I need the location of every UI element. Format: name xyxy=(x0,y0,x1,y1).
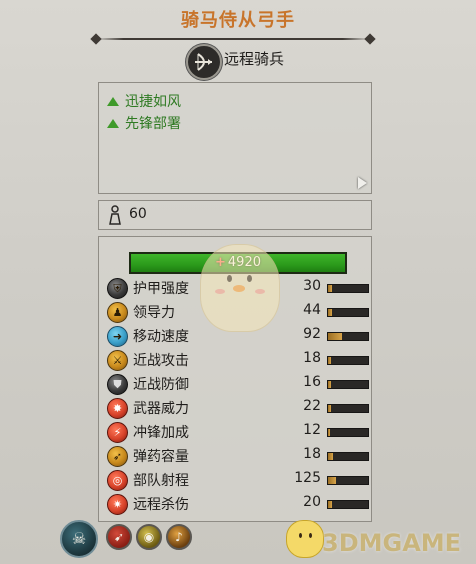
vigilance-eye-icon[interactable]: ◉ xyxy=(136,524,162,550)
stat-label: 弹药容量 xyxy=(133,449,189,465)
stat-bar xyxy=(327,452,369,461)
abilities-box: 迅捷如风 先锋部署 xyxy=(98,82,372,194)
stat-bar-fill xyxy=(328,453,333,460)
weapon-strength-icon: ✸ xyxy=(107,398,128,419)
stat-row-melee-attack[interactable]: ⚔ 近战攻击 18 xyxy=(105,349,369,371)
leadership-icon: ♟ xyxy=(107,302,128,323)
stat-value: 20 xyxy=(303,494,321,510)
charge-bonus-icon: ⚡ xyxy=(107,422,128,443)
stat-value: 44 xyxy=(303,302,321,318)
horn-icon[interactable]: ♪ xyxy=(166,524,192,550)
mascot-eye xyxy=(227,275,232,282)
mascot-blush xyxy=(215,289,225,294)
ability-label: 迅捷如风 xyxy=(125,94,181,110)
ability-label: 先锋部署 xyxy=(125,116,181,132)
armor-icon: ⛨ xyxy=(107,278,128,299)
unit-class-label: 远程骑兵 xyxy=(224,50,285,68)
stat-row-melee-defense[interactable]: ⛊ 近战防御 16 xyxy=(105,373,369,395)
mascot-blush xyxy=(255,289,265,294)
stat-row-range[interactable]: ◎ 部队射程 125 xyxy=(105,469,369,491)
speed-icon: ➜ xyxy=(107,326,128,347)
mascot-beak xyxy=(233,285,245,292)
stat-bar xyxy=(327,380,369,389)
stat-label: 近战防御 xyxy=(133,377,189,393)
ability-up-icon xyxy=(107,118,119,128)
fire-arrows-icon[interactable]: ➹ xyxy=(106,524,132,550)
faction-skull-icon[interactable]: ☠ xyxy=(60,520,98,558)
stat-value: 30 xyxy=(303,278,321,294)
stat-value: 18 xyxy=(303,350,321,366)
stat-bar-fill xyxy=(328,429,331,436)
stat-value: 16 xyxy=(303,374,321,390)
stat-bar-fill xyxy=(328,333,342,340)
stat-row-missile-damage[interactable]: ✷ 远程杀伤 20 xyxy=(105,493,369,515)
mascot-eye xyxy=(247,275,252,282)
stat-bar xyxy=(327,356,369,365)
logo-eye xyxy=(309,533,312,538)
logo-eye xyxy=(299,533,302,538)
bow-rider-icon xyxy=(186,44,222,80)
stat-value: 92 xyxy=(303,326,321,342)
missile-damage-icon: ✷ xyxy=(107,494,128,515)
unit-info-panel: 骑马侍从弓手 远程骑兵 迅捷如风 先锋部署 60 +4920 xyxy=(0,0,476,564)
stat-bar xyxy=(327,500,369,509)
stat-label: 冲锋加成 xyxy=(133,425,189,441)
range-icon: ◎ xyxy=(107,470,128,491)
upkeep-figure-icon xyxy=(109,205,121,225)
stat-bar xyxy=(327,308,369,317)
stat-bar xyxy=(327,404,369,413)
melee-defense-icon: ⛊ xyxy=(107,374,128,395)
stat-bar-fill xyxy=(328,405,332,412)
stat-bar xyxy=(327,476,369,485)
stat-bar-fill xyxy=(328,357,332,364)
stat-label: 护甲强度 xyxy=(133,281,189,297)
title-divider xyxy=(96,38,370,40)
melee-attack-icon: ⚔ xyxy=(107,350,128,371)
upkeep-value: 60 xyxy=(129,206,147,222)
stat-row-charge-bonus[interactable]: ⚡ 冲锋加成 12 xyxy=(105,421,369,443)
stat-label: 远程杀伤 xyxy=(133,497,189,513)
stat-bar-fill xyxy=(328,309,332,316)
stat-label: 部队射程 xyxy=(133,473,189,489)
ability-up-icon xyxy=(107,96,119,106)
watermark-logo-mascot xyxy=(286,520,324,558)
stat-bar-fill xyxy=(328,381,332,388)
unit-name: 骑马侍从弓手 xyxy=(181,10,295,31)
stat-bar-fill xyxy=(328,477,336,484)
stat-value: 12 xyxy=(303,422,321,438)
stat-label: 领导力 xyxy=(133,305,175,321)
watermark-logo-text: 3DMGAME xyxy=(322,529,462,557)
ability-item[interactable]: 迅捷如风 xyxy=(107,91,181,111)
stat-label: 近战攻击 xyxy=(133,353,189,369)
stat-value: 22 xyxy=(303,398,321,414)
stat-value: 18 xyxy=(303,446,321,462)
expand-arrow-icon[interactable] xyxy=(358,177,367,189)
watermark-mascot xyxy=(200,244,280,332)
stat-bar-fill xyxy=(328,501,332,508)
stat-bar-fill xyxy=(328,285,332,292)
stat-bar xyxy=(327,428,369,437)
stat-label: 武器威力 xyxy=(133,401,189,417)
ability-item[interactable]: 先锋部署 xyxy=(107,113,181,133)
stat-label: 移动速度 xyxy=(133,329,189,345)
stat-value: 125 xyxy=(294,470,321,486)
ammunition-icon: ➶ xyxy=(107,446,128,467)
stat-bar xyxy=(327,332,369,341)
stat-row-ammunition[interactable]: ➶ 弹药容量 18 xyxy=(105,445,369,467)
stat-bar xyxy=(327,284,369,293)
stat-row-weapon-strength[interactable]: ✸ 武器威力 22 xyxy=(105,397,369,419)
upkeep-box: 60 xyxy=(98,200,372,230)
